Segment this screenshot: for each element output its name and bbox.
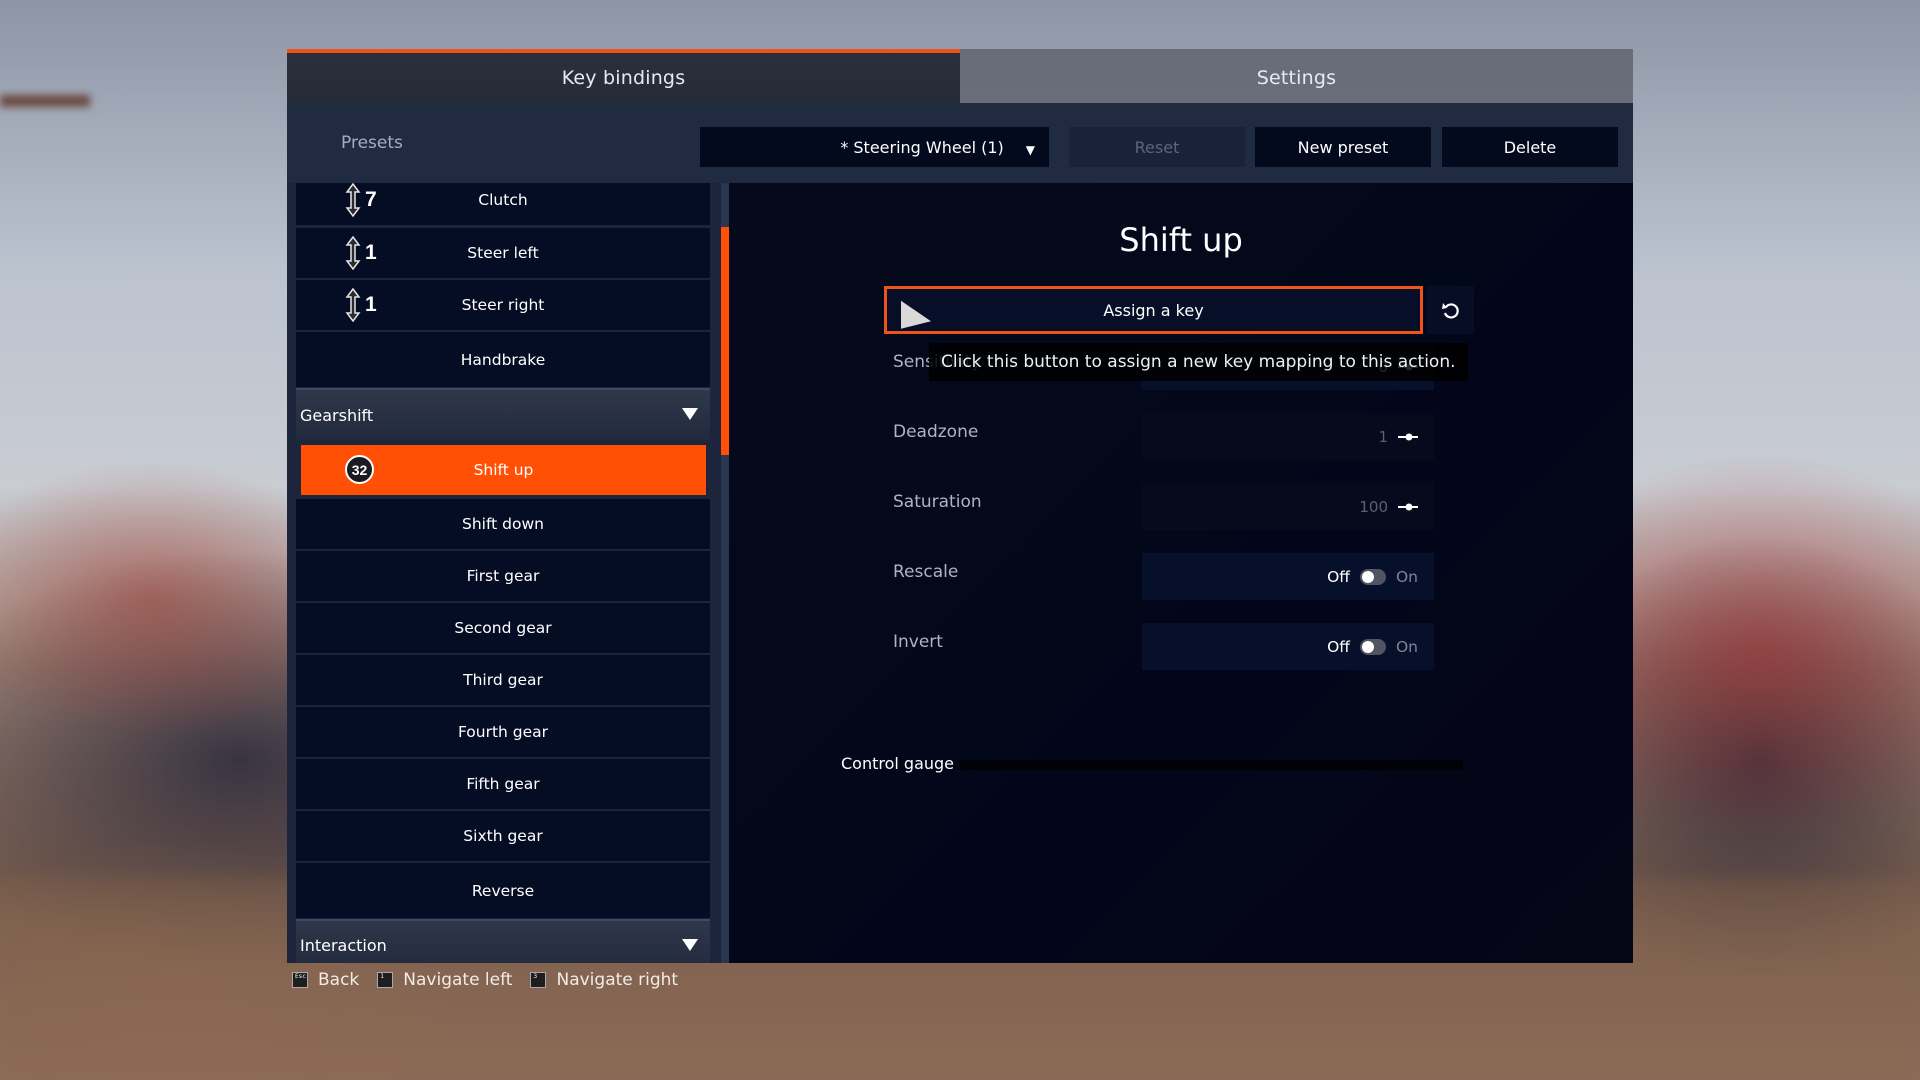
- list-item-reverse[interactable]: Reverse: [296, 863, 710, 918]
- bindings-list: 7 Clutch 1 Steer left 1 Steer right Hand…: [296, 183, 710, 963]
- list-item-shift-up[interactable]: 32 Shift up: [301, 445, 706, 495]
- saturation-label: Saturation: [893, 492, 982, 512]
- deadzone-slider[interactable]: 1: [1142, 413, 1434, 460]
- list-item-fourth-gear[interactable]: Fourth gear: [296, 707, 710, 757]
- invert-toggle-row: Off On: [1142, 623, 1434, 670]
- undo-icon: [1441, 303, 1459, 319]
- list-item-label: Steer right: [461, 296, 545, 314]
- list-item-label: Shift up: [473, 461, 534, 479]
- triangle-down-icon: [682, 408, 698, 420]
- list-item-label: Handbrake: [460, 350, 546, 369]
- list-item-label: Second gear: [454, 619, 552, 637]
- control-gauge-label: Control gauge: [841, 754, 955, 773]
- list-scrollbar[interactable]: [721, 183, 729, 963]
- control-gauge-bar: [959, 760, 1463, 770]
- footer-hints: Esc Back 1 Navigate left 3 Navigate righ…: [290, 970, 694, 990]
- list-item-label: Fifth gear: [466, 775, 540, 793]
- slider-icon: [1398, 503, 1418, 510]
- toggle-knob: [1361, 570, 1374, 583]
- delete-button[interactable]: Delete: [1442, 127, 1618, 167]
- button-32-badge: 32: [345, 455, 374, 484]
- list-item-label: Clutch: [478, 191, 528, 209]
- saturation-value: 100: [1359, 497, 1388, 516]
- binding-badge: 7: [344, 183, 377, 225]
- group-title: Interaction: [300, 935, 387, 955]
- list-item-fifth-gear[interactable]: Fifth gear: [296, 759, 710, 809]
- invert-on-label: On: [1395, 637, 1418, 656]
- navigate-right-hint[interactable]: Navigate right: [556, 970, 678, 990]
- binding-badge: 1: [344, 280, 377, 330]
- list-item-clutch[interactable]: 7 Clutch: [296, 183, 710, 225]
- deadzone-value: 1: [1378, 427, 1388, 446]
- deadzone-label: Deadzone: [893, 422, 979, 442]
- invert-off-label: Off: [1327, 637, 1350, 656]
- group-header-interaction[interactable]: Interaction: [296, 919, 710, 963]
- key-1-icon: 1: [377, 972, 394, 988]
- saturation-slider[interactable]: 100: [1142, 483, 1434, 530]
- list-item-shift-down[interactable]: Shift down: [296, 499, 710, 549]
- group-header-gearshift[interactable]: Gearshift: [296, 388, 710, 440]
- axis-arrows-icon: [345, 288, 361, 322]
- list-item-label: First gear: [466, 567, 540, 585]
- reset-binding-button[interactable]: [1427, 286, 1474, 334]
- tab-settings[interactable]: Settings: [960, 49, 1633, 103]
- rescale-on-label: On: [1395, 567, 1418, 586]
- list-item-first-gear[interactable]: First gear: [296, 551, 710, 601]
- rescale-off-label: Off: [1327, 567, 1350, 586]
- list-item-label: Fourth gear: [457, 723, 549, 741]
- list-item-label: Shift down: [462, 515, 544, 533]
- preset-selected-value: * Steering Wheel (1): [840, 137, 1004, 157]
- list-item-label: Steer left: [467, 244, 539, 262]
- bindings-list-panel: 7 Clutch 1 Steer left 1 Steer right Hand…: [287, 183, 721, 963]
- rescale-label: Rescale: [893, 562, 959, 582]
- axis-arrows-icon: [345, 236, 361, 270]
- reset-button[interactable]: Reset: [1069, 127, 1245, 167]
- list-item-steer-left[interactable]: 1 Steer left: [296, 228, 710, 278]
- tab-bar: Key bindings Settings: [287, 49, 1633, 103]
- key-3-icon: 3: [530, 972, 547, 988]
- triangle-down-icon: [682, 939, 698, 951]
- list-item-third-gear[interactable]: Third gear: [296, 655, 710, 705]
- tooltip: Click this button to assign a new key ma…: [929, 343, 1468, 381]
- detail-title: Shift up: [1119, 221, 1243, 259]
- list-item-steer-right[interactable]: 1 Steer right: [296, 280, 710, 330]
- binding-detail-panel: Shift up Assign a key Click this button …: [729, 183, 1633, 963]
- invert-label: Invert: [893, 632, 943, 652]
- list-item-sixth-gear[interactable]: Sixth gear: [296, 811, 710, 861]
- group-title: Gearshift: [300, 405, 374, 425]
- rescale-toggle-row: Off On: [1142, 553, 1434, 600]
- chevron-down-icon: ▼: [1025, 143, 1035, 157]
- scrollbar-thumb[interactable]: [721, 227, 729, 455]
- list-item-label: Sixth gear: [463, 827, 543, 845]
- invert-toggle[interactable]: [1359, 638, 1386, 655]
- axis-arrows-icon: [345, 183, 361, 217]
- assign-key-button[interactable]: Assign a key: [884, 286, 1423, 334]
- toggle-knob: [1361, 640, 1374, 653]
- presets-label: Presets: [341, 133, 403, 153]
- presets-bar: Presets * Steering Wheel (1) ▼ Reset New…: [287, 103, 1633, 183]
- list-item-second-gear[interactable]: Second gear: [296, 603, 710, 653]
- navigate-left-hint[interactable]: Navigate left: [403, 970, 512, 990]
- new-preset-button[interactable]: New preset: [1255, 127, 1431, 167]
- rescale-toggle[interactable]: [1359, 568, 1386, 585]
- back-hint[interactable]: Back: [318, 970, 359, 990]
- list-item-label: Third gear: [463, 671, 543, 689]
- esc-key-icon: Esc: [292, 972, 308, 988]
- key-bindings-panel: Key bindings Settings Presets * Steering…: [287, 49, 1633, 963]
- background-scene: [0, 95, 90, 107]
- binding-badge: 1: [344, 228, 377, 278]
- list-item-label: Reverse: [471, 881, 535, 900]
- slider-icon: [1398, 433, 1418, 440]
- preset-dropdown[interactable]: * Steering Wheel (1) ▼: [700, 127, 1049, 167]
- tab-key-bindings[interactable]: Key bindings: [287, 49, 960, 103]
- list-item-handbrake[interactable]: Handbrake: [296, 332, 710, 387]
